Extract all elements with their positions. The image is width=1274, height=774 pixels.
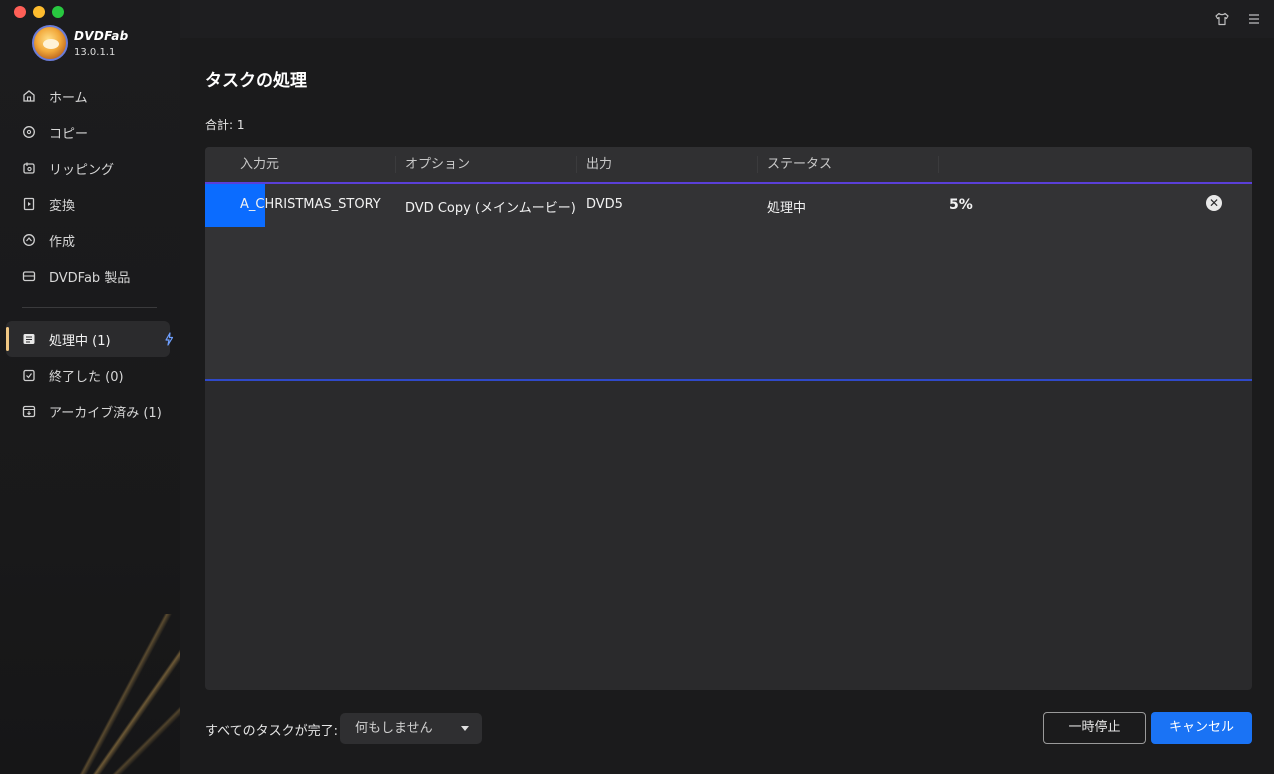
table-header: 入力元 オプション 出力 ステータス xyxy=(205,147,1252,182)
sidebar-item-convert[interactable]: 変換 xyxy=(22,193,75,215)
task-table: 入力元 オプション 出力 ステータス A_CHRISTMAS_STORY DVD… xyxy=(205,147,1252,690)
brand-logo: DVDFab 13.0.1.1 xyxy=(32,25,129,61)
sidebar-item-home[interactable]: ホーム xyxy=(22,85,88,107)
sidebar-item-label: 終了した (0) xyxy=(49,369,124,385)
close-icon: ✕ xyxy=(1208,196,1220,210)
close-window-button[interactable] xyxy=(14,6,26,18)
pause-button[interactable]: 一時停止 xyxy=(1043,712,1146,744)
archive-icon xyxy=(22,404,36,418)
remove-task-button[interactable]: ✕ xyxy=(1206,195,1222,211)
copy-disc-icon xyxy=(22,125,36,139)
sidebar-item-label: ホーム xyxy=(49,90,88,106)
after-completion-value: 何もしません xyxy=(355,721,433,736)
sidebar-item-copy[interactable]: コピー xyxy=(22,121,88,143)
row-source: A_CHRISTMAS_STORY xyxy=(240,197,381,212)
table-row[interactable]: A_CHRISTMAS_STORY DVD Copy (メインムービー) DVD… xyxy=(205,182,1252,381)
caret-down-icon xyxy=(461,726,469,731)
column-header-status: ステータス xyxy=(767,157,833,172)
sidebar-item-label: 処理中 (1) xyxy=(49,333,111,349)
column-header-option: オプション xyxy=(405,157,471,172)
row-status: 処理中 xyxy=(767,201,807,216)
row-output: DVD5 xyxy=(586,197,623,212)
column-divider xyxy=(395,156,396,173)
sidebar-item-label: アーカイブ済み (1) xyxy=(49,405,162,421)
maximize-window-button[interactable] xyxy=(52,6,64,18)
column-divider xyxy=(576,156,577,173)
menu-icon[interactable] xyxy=(1246,11,1262,27)
row-percent: 5% xyxy=(949,197,973,213)
main-panel: タスクの処理 合計: 1 入力元 オプション 出力 ステータス A_CHRIST… xyxy=(180,38,1274,774)
cancel-button[interactable]: キャンセル xyxy=(1151,712,1252,744)
sidebar-item-finished[interactable]: 終了した (0) xyxy=(22,364,124,386)
task-total: 合計: 1 xyxy=(205,118,245,132)
title-bar xyxy=(180,0,1274,38)
sidebar: DVDFab 13.0.1.1 ホーム コピー リッピング 変換 作成 DVDF… xyxy=(0,0,180,774)
sidebar-item-label: 作成 xyxy=(49,234,76,250)
home-icon xyxy=(22,89,36,103)
sidebar-item-label: コピー xyxy=(49,126,89,142)
sidebar-item-processing[interactable]: 処理中 (1) xyxy=(22,328,174,350)
decorative-light-streaks xyxy=(0,614,180,774)
sidebar-item-label: DVDFab 製品 xyxy=(49,270,131,286)
sidebar-item-ripping[interactable]: リッピング xyxy=(22,157,114,179)
page-title: タスクの処理 xyxy=(205,71,307,91)
version-label: 13.0.1.1 xyxy=(74,46,116,58)
sidebar-divider xyxy=(22,307,157,308)
brand-name: DVDFab xyxy=(74,28,129,43)
sidebar-item-archived[interactable]: アーカイブ済み (1) xyxy=(22,400,162,422)
sidebar-item-create[interactable]: 作成 xyxy=(22,229,75,251)
minimize-window-button[interactable] xyxy=(33,6,45,18)
column-divider xyxy=(757,156,758,173)
column-header-output: 出力 xyxy=(586,157,613,172)
after-completion-label: すべてのタスクが完了: xyxy=(205,724,338,739)
ripping-icon xyxy=(22,161,36,175)
lightning-icon xyxy=(163,332,175,346)
products-icon xyxy=(22,269,36,283)
create-icon xyxy=(22,233,36,247)
sidebar-item-label: リッピング xyxy=(49,162,115,178)
column-header-source: 入力元 xyxy=(240,157,280,172)
processing-list-icon xyxy=(22,332,36,346)
window-controls xyxy=(14,6,64,18)
row-option: DVD Copy (メインムービー) xyxy=(405,201,576,216)
after-completion-select[interactable]: 何もしません xyxy=(340,713,482,744)
sidebar-item-products[interactable]: DVDFab 製品 xyxy=(22,265,130,287)
convert-icon xyxy=(22,197,36,211)
monkey-logo-icon xyxy=(32,25,68,61)
finished-icon xyxy=(22,368,36,382)
sidebar-item-label: 変換 xyxy=(49,198,76,214)
skin-shirt-icon[interactable] xyxy=(1214,11,1230,27)
column-divider xyxy=(938,156,939,173)
